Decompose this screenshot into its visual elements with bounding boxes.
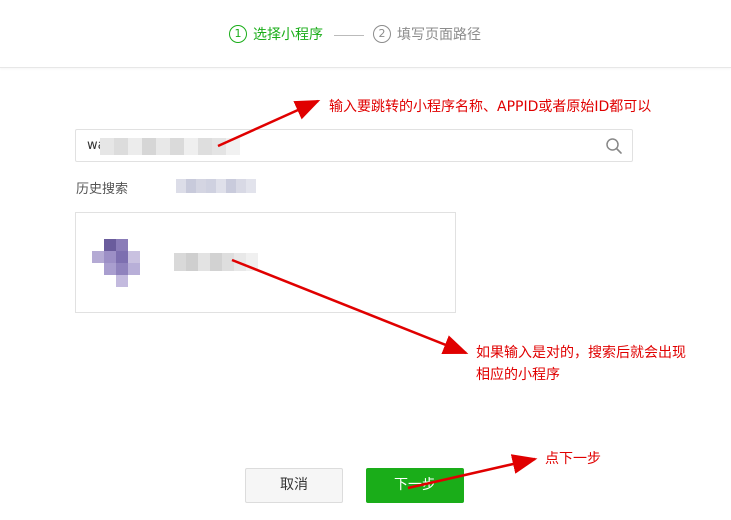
next-step-button[interactable]: 下一步 [366, 468, 464, 503]
search-result-card[interactable] [75, 212, 456, 313]
history-search-label: 历史搜索 [76, 182, 129, 197]
step-select-miniprogram: 1 选择小程序 [229, 24, 323, 44]
search-input[interactable]: wa [75, 129, 633, 162]
step-2-number: 2 [373, 25, 391, 43]
stepper-bar: 1 选择小程序 2 填写页面路径 [0, 0, 731, 68]
step-connector [334, 35, 364, 36]
cancel-button[interactable]: 取消 [245, 468, 343, 503]
step-2-label: 填写页面路径 [397, 27, 481, 43]
search-icon[interactable] [605, 137, 623, 155]
annotation-result-hint: 如果输入是对的，搜索后就会出现 相应的小程序 [476, 342, 686, 386]
annotation-input-hint: 输入要跳转的小程序名称、APPID或者原始ID都可以 [329, 99, 652, 115]
miniprogram-name-redacted [174, 253, 258, 271]
search-input-redacted [100, 138, 240, 155]
step-1-label: 选择小程序 [253, 27, 323, 43]
miniprogram-avatar [90, 239, 166, 289]
history-search-item[interactable] [176, 179, 258, 193]
annotation-result-hint-line1: 如果输入是对的，搜索后就会出现 [476, 345, 686, 361]
annotation-result-hint-line2: 相应的小程序 [476, 367, 560, 383]
annotation-next-hint: 点下一步 [545, 451, 601, 467]
step-page-path: 2 填写页面路径 [373, 24, 481, 44]
step-1-number: 1 [229, 25, 247, 43]
